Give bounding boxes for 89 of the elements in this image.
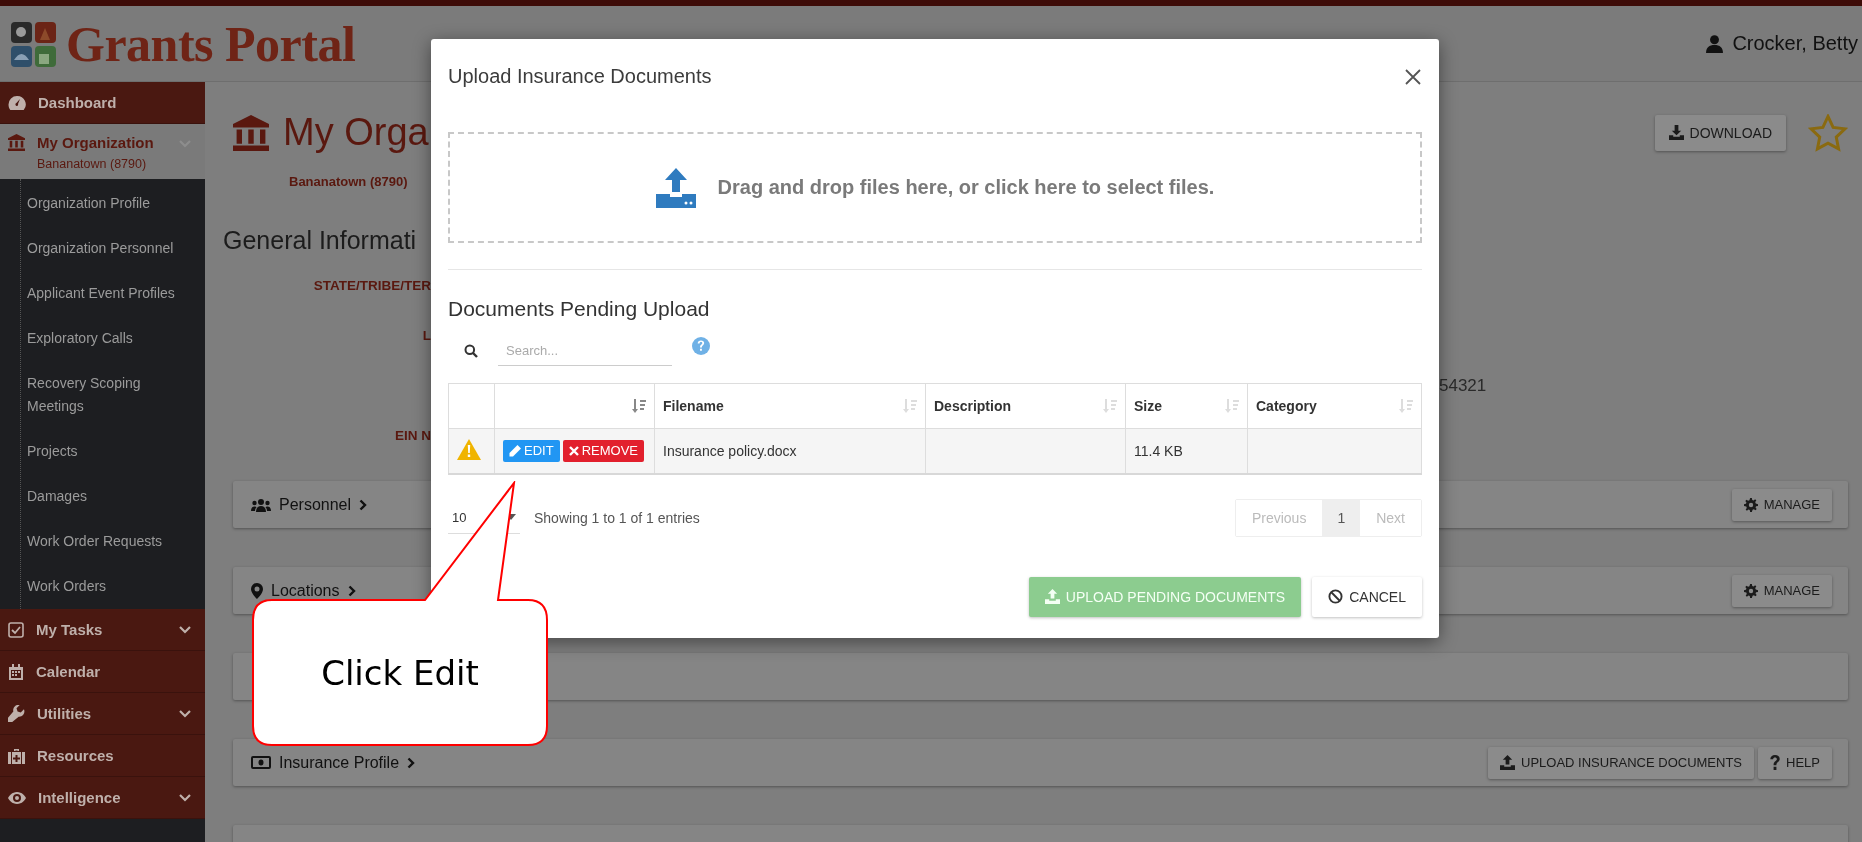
user-menu[interactable]: Crocker, Betty	[1706, 32, 1858, 55]
organization-subtitle: Bananatown (8790)	[37, 157, 148, 171]
sidebar-item-label: Dashboard	[38, 94, 118, 111]
dropzone[interactable]: Drag and drop files here, or click here to select files.	[448, 132, 1422, 243]
callout-text: Click Edit	[321, 653, 479, 693]
page-title: My Orga	[283, 111, 429, 154]
sidebar-item[interactable]: Resources	[0, 735, 205, 777]
people-icon	[251, 497, 271, 512]
wrench-icon	[8, 705, 25, 722]
panel-title: Personnel	[279, 495, 352, 514]
download-icon	[1668, 125, 1684, 140]
section-panel[interactable]: Insurance Profile UPLOAD INSURANCE DOCUMENTS HELP	[233, 739, 1848, 786]
gauge-icon	[8, 94, 26, 111]
sidebar-item[interactable]: Calendar	[0, 651, 205, 693]
map-pin-icon	[251, 582, 263, 599]
submenu-item[interactable]: Applicant Event Profiles	[21, 271, 205, 316]
submenu-item[interactable]: Exploratory Calls	[21, 316, 205, 361]
sidebar-item-label: Utilities	[37, 705, 93, 722]
organization-subtitle: Bananatown (8790)	[289, 174, 408, 189]
upload-tray-icon	[655, 167, 696, 208]
sidebar-item-label: Resources	[37, 747, 115, 764]
upload-button[interactable]: UPLOAD INSURANCE DOCUMENTS	[1488, 746, 1755, 779]
eye-icon	[8, 791, 26, 804]
bank-icon	[233, 114, 269, 151]
calendar-icon	[8, 663, 24, 680]
table-cell: Insurance policy.docx	[663, 442, 797, 459]
pencil-icon	[509, 444, 521, 457]
manage-button[interactable]: MANAGE	[1731, 488, 1832, 521]
checkbox-icon	[8, 621, 24, 638]
sidebar-item-label: Calendar	[36, 663, 102, 680]
dialog-title: Upload Insurance Documents	[448, 65, 712, 88]
chevron-right-icon	[407, 756, 416, 769]
ban-icon	[1328, 589, 1344, 604]
panel-title: Locations	[271, 581, 340, 600]
submenu-item[interactable]: Projects	[21, 429, 205, 474]
person-icon	[1706, 34, 1724, 53]
page-button[interactable]: 1	[1322, 499, 1361, 536]
section-title: General Informati	[223, 226, 418, 255]
submenu-item[interactable]: Damages	[21, 474, 205, 519]
chevron-right-icon	[347, 584, 356, 597]
sidebar-item-label: Intelligence	[38, 789, 122, 806]
panel-title: Insurance Profile	[279, 753, 400, 772]
logo-icon	[10, 19, 58, 68]
field-label: EIN N	[394, 427, 431, 445]
sort-icon[interactable]	[632, 399, 646, 413]
sidebar-item-label: My Tasks	[36, 621, 104, 638]
field-label: STATE/TRIBE/TER	[312, 277, 431, 295]
bank-icon	[8, 134, 25, 151]
column-header[interactable]: Size	[1134, 398, 1162, 414]
chevron-right-icon	[359, 498, 368, 511]
download-button[interactable]: DOWNLOAD	[1654, 114, 1786, 151]
entries-info: Showing 1 to 1 of 1 entries	[534, 509, 700, 526]
submenu-item[interactable]: Work Orders	[21, 564, 205, 609]
column-header[interactable]: Description	[934, 398, 1011, 414]
close-icon[interactable]	[1404, 67, 1422, 86]
sidebar-item[interactable]: Intelligence	[0, 777, 205, 819]
gear-icon	[1743, 583, 1758, 598]
sidebar-item[interactable]: Dashboard	[0, 82, 205, 124]
column-header[interactable]: Category	[1256, 398, 1317, 414]
field-value: 54321	[1439, 375, 1488, 397]
cancel-button[interactable]: CANCEL	[1312, 576, 1422, 617]
section-title: Documents Pending Upload	[448, 297, 711, 321]
logo-text: Grants Portal	[66, 14, 356, 73]
sidebar-item-label: My Organization	[37, 134, 155, 151]
sidebar-item[interactable]: My Organization Bananatown (8790)	[0, 124, 205, 179]
upload-icon	[1500, 755, 1515, 770]
dropzone-text: Drag and drop files here, or click here to select files.	[717, 176, 1215, 199]
column-header[interactable]: Filename	[663, 398, 724, 414]
manage-button[interactable]: MANAGE	[1731, 574, 1832, 607]
edit-button[interactable]: EDIT	[503, 439, 560, 462]
table-cell: 11.4 KB	[1134, 442, 1183, 459]
submenu-item[interactable]: Work Order Requests	[21, 519, 205, 564]
sidebar-item[interactable]: Utilities	[0, 693, 205, 735]
submenu-item[interactable]: Recovery Scoping Meetings	[21, 361, 205, 429]
question-icon	[1770, 755, 1781, 770]
upload-icon	[1044, 589, 1060, 604]
field-label: L	[421, 327, 431, 345]
submenu-item[interactable]: Organization Personnel	[21, 226, 205, 271]
medical-kit-icon	[8, 747, 25, 764]
money-icon	[251, 756, 271, 769]
x-icon	[568, 445, 579, 456]
search-icon	[464, 344, 478, 358]
help-icon[interactable]	[692, 337, 710, 355]
sidebar-item[interactable]: My Tasks	[0, 609, 205, 651]
remove-button[interactable]: REMOVE	[562, 439, 644, 462]
gear-icon	[1743, 497, 1758, 512]
submenu-item[interactable]: Organization Profile	[21, 181, 205, 226]
help-button[interactable]: HELP	[1758, 746, 1832, 779]
star-icon[interactable]	[1808, 113, 1848, 152]
